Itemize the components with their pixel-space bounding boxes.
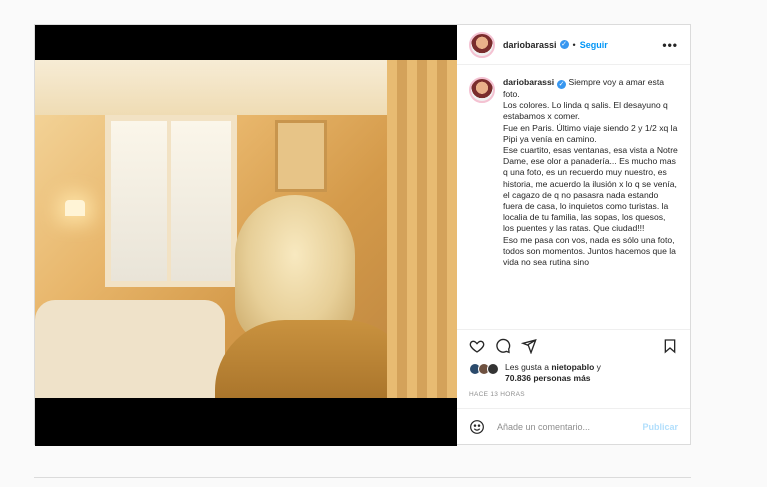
post-header: dariobarassi ✓ • Seguir ••• (457, 25, 690, 65)
post-media[interactable] (35, 25, 457, 446)
likes-summary: Les gusta a nietopablo y 70.836 personas… (457, 354, 690, 384)
liker-avatars (469, 363, 499, 375)
comment-input[interactable] (495, 420, 643, 433)
caption-body: Siempre voy a amar esta foto. Los colore… (503, 77, 678, 268)
more-options-icon[interactable]: ••• (662, 38, 678, 52)
photo-sofa (35, 300, 225, 398)
comment-box: Publicar (457, 408, 690, 444)
caption-verified-badge-icon: ✓ (557, 80, 567, 89)
photo-curtain (387, 60, 457, 398)
photo-mirror (275, 120, 327, 192)
separator-dot: • (572, 39, 576, 50)
post-caption: dariobarassi ✓ Siempre voy a amar esta fo… (457, 65, 690, 329)
likes-prefix: Les gusta a (505, 362, 552, 372)
caption-avatar[interactable] (469, 77, 495, 103)
avatar[interactable] (469, 31, 495, 58)
caption-text: dariobarassi ✓ Siempre voy a amar esta fo… (503, 77, 678, 329)
likes-and: y (594, 362, 601, 372)
caption-username[interactable]: dariobarassi (503, 77, 554, 87)
likes-text: Les gusta a nietopablo y 70.836 personas… (505, 362, 601, 384)
photo-lamp (65, 200, 85, 216)
post-photo[interactable] (35, 60, 457, 398)
publish-button[interactable]: Publicar (642, 422, 678, 432)
action-bar (457, 329, 690, 354)
verified-badge-icon: ✓ (559, 40, 569, 49)
liker-avatar (487, 363, 499, 375)
photo-sweater (215, 320, 415, 398)
follow-button[interactable]: Seguir (580, 40, 608, 50)
heart-icon[interactable] (469, 338, 485, 354)
instagram-post: dariobarassi ✓ • Seguir ••• dariobarassi… (34, 24, 691, 446)
emoji-icon[interactable] (469, 419, 485, 435)
header-username[interactable]: dariobarassi (503, 40, 557, 50)
likes-user-link[interactable]: nietopablo (551, 362, 594, 372)
photo-person (215, 195, 415, 398)
bookmark-icon[interactable] (662, 338, 678, 354)
post-timestamp[interactable]: HACE 13 HORAS (457, 384, 690, 408)
share-icon[interactable] (521, 338, 537, 354)
page-divider (34, 477, 691, 478)
likes-count-link[interactable]: 70.836 personas más (505, 373, 591, 383)
comment-icon[interactable] (495, 338, 511, 354)
post-sidebar: dariobarassi ✓ • Seguir ••• dariobarassi… (457, 25, 690, 444)
